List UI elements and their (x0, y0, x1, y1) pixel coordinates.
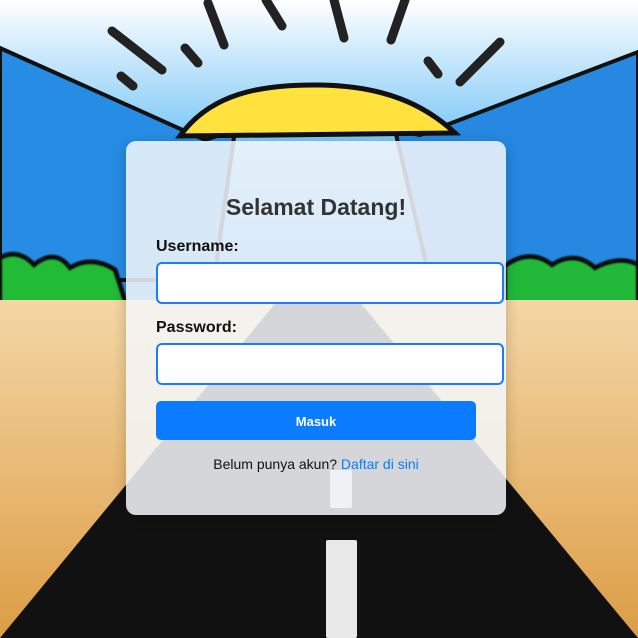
grass-right (502, 254, 638, 307)
username-label: Username: (156, 238, 239, 255)
login-button[interactable]: Masuk (156, 401, 476, 440)
register-link[interactable]: Daftar di sini (341, 456, 419, 472)
login-page: Selamat Datang! Username: Password: Masu… (0, 0, 638, 638)
password-label: Password: (156, 319, 237, 336)
register-prompt-text: Belum punya akun? (213, 456, 338, 472)
login-card: Selamat Datang! Username: Password: Masu… (126, 141, 506, 515)
password-input[interactable] (156, 343, 504, 385)
username-input[interactable] (156, 262, 504, 304)
page-title: Selamat Datang! (225, 194, 407, 220)
register-prompt: Belum punya akun? Daftar di sini (126, 455, 506, 473)
road-marking (326, 540, 357, 638)
